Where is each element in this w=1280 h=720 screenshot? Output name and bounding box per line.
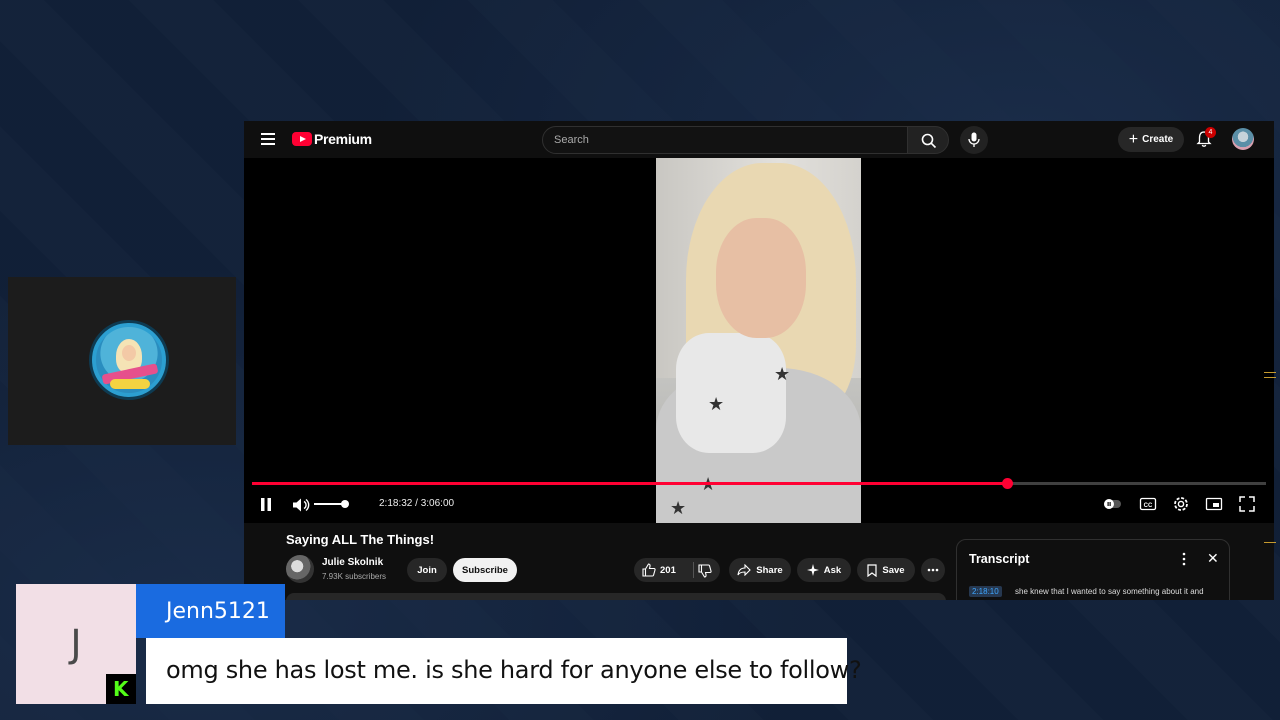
transcript-timestamp[interactable]: 2:18:10 xyxy=(969,586,1002,597)
fullscreen-icon[interactable] xyxy=(1238,495,1256,513)
transcript-title: Transcript xyxy=(969,552,1030,566)
close-icon[interactable]: ✕ xyxy=(1207,551,1219,565)
progress-scrubber[interactable] xyxy=(1002,478,1014,489)
mic-icon xyxy=(968,132,980,147)
volume-slider[interactable] xyxy=(314,503,344,505)
transcript-panel: Transcript ✕ 2:18:10 she knew that I wan… xyxy=(956,539,1230,600)
profile-avatar[interactable] xyxy=(1232,128,1254,150)
volume-icon[interactable] xyxy=(292,497,310,513)
notification-count-badge: 4 xyxy=(1205,127,1216,138)
edge-marker xyxy=(1264,377,1276,378)
captions-icon[interactable]: CC xyxy=(1139,495,1157,513)
dislike-icon[interactable] xyxy=(698,564,712,578)
ask-label: Ask xyxy=(823,564,842,576)
subscribe-button[interactable]: Subscribe xyxy=(453,558,517,582)
transcript-line[interactable]: she knew that I wanted to say something … xyxy=(1015,587,1204,596)
create-button[interactable]: + Create xyxy=(1118,127,1184,152)
youtube-logo[interactable]: Premium xyxy=(292,131,372,147)
description-box[interactable] xyxy=(286,593,946,600)
join-button[interactable]: Join xyxy=(407,558,447,582)
streamer-cam-panel xyxy=(8,277,236,445)
settings-gear-icon[interactable] xyxy=(1172,495,1190,513)
video-player[interactable]: ★ ★ ★ ★ 2:18:32 / 3:06:00 CC xyxy=(244,158,1274,523)
chat-avatar-initial: J xyxy=(70,622,82,666)
progress-fill xyxy=(252,482,1008,485)
share-label: Share xyxy=(756,564,783,576)
more-horizontal-icon xyxy=(927,568,939,572)
channel-name[interactable]: Julie Skolnik xyxy=(322,557,383,568)
volume-knob[interactable] xyxy=(340,500,349,508)
voice-search-button[interactable] xyxy=(960,126,988,154)
chat-message-box: omg she has lost me. is she hard for any… xyxy=(146,638,862,704)
chat-username-box: Jenn5121 xyxy=(136,584,285,638)
save-button[interactable]: Save xyxy=(857,558,915,582)
kick-logo-icon: K xyxy=(106,674,136,704)
search-icon xyxy=(921,133,937,149)
ask-button[interactable]: Ask xyxy=(797,558,851,582)
progress-bar[interactable] xyxy=(252,478,1266,489)
edge-marker xyxy=(1264,542,1276,543)
search-button[interactable] xyxy=(907,126,949,154)
create-label: Create xyxy=(1142,134,1174,145)
logo-text: Premium xyxy=(314,131,372,147)
edge-marker xyxy=(1264,372,1276,373)
share-button[interactable]: Share xyxy=(729,558,791,582)
join-label: Join xyxy=(417,564,437,576)
miniplayer-icon[interactable] xyxy=(1205,495,1223,513)
more-actions-button[interactable] xyxy=(921,558,945,582)
menu-icon[interactable] xyxy=(261,133,275,145)
subscriber-count: 7.93K subscribers xyxy=(322,572,387,581)
channel-avatar[interactable] xyxy=(286,555,314,583)
like-count: 201 xyxy=(660,565,676,576)
video-title: Saying ALL The Things! xyxy=(286,532,435,547)
share-icon xyxy=(737,564,752,576)
bookmark-icon xyxy=(867,563,878,577)
chat-username: Jenn5121 xyxy=(166,599,270,624)
like-divider xyxy=(693,562,694,578)
platform-badge-letter: K xyxy=(113,677,129,701)
time-display: 2:18:32 / 3:06:00 xyxy=(379,498,455,509)
like-icon[interactable] xyxy=(642,563,656,577)
svg-text:CC: CC xyxy=(1144,503,1153,509)
autoplay-toggle-icon[interactable] xyxy=(1103,495,1121,513)
subscribe-label: Subscribe xyxy=(462,564,508,576)
pause-icon[interactable] xyxy=(259,497,273,513)
streamer-avatar xyxy=(92,323,166,397)
chat-message: omg she has lost me. is she hard for any… xyxy=(166,656,862,684)
like-dislike-group: 201 xyxy=(634,558,720,582)
save-label: Save xyxy=(882,564,905,576)
transcript-menu-icon[interactable] xyxy=(1181,552,1187,566)
plus-icon: + xyxy=(1128,130,1139,148)
youtube-topbar: Premium Search + Create 4 xyxy=(244,121,1274,158)
sparkle-icon xyxy=(806,564,819,576)
search-input[interactable]: Search xyxy=(542,126,908,154)
youtube-window: Premium Search + Create 4 ★ ★ ★ ★ xyxy=(244,121,1274,600)
youtube-play-icon xyxy=(292,132,312,146)
video-frame: ★ ★ ★ ★ xyxy=(656,158,861,523)
